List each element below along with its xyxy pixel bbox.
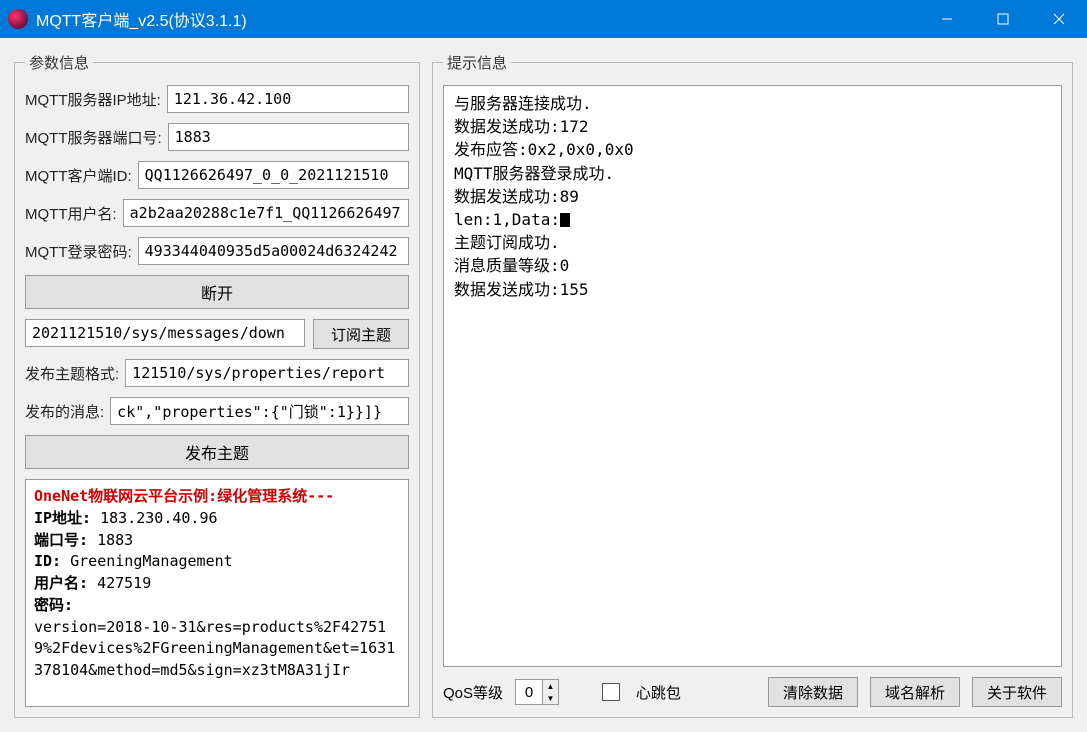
disconnect-button[interactable]: 断开 bbox=[25, 275, 409, 309]
subscribe-button[interactable]: 订阅主题 bbox=[313, 319, 409, 349]
ip-label: MQTT服务器IP地址: bbox=[25, 89, 161, 110]
about-button[interactable]: 关于软件 bbox=[972, 677, 1062, 707]
clientid-input[interactable] bbox=[138, 161, 409, 189]
example-port-label: 端口号: bbox=[34, 531, 88, 549]
qos-label: QoS等级 bbox=[443, 682, 503, 703]
example-id-label: ID: bbox=[34, 552, 61, 570]
pwd-label: MQTT登录密码: bbox=[25, 241, 132, 262]
data-block-icon bbox=[560, 213, 570, 227]
pub-topic-input[interactable] bbox=[125, 359, 409, 387]
clientid-label: MQTT客户端ID: bbox=[25, 165, 132, 186]
pub-msg-label: 发布的消息: bbox=[25, 401, 104, 422]
ip-input[interactable] bbox=[167, 85, 409, 113]
window-title: MQTT客户端_v2.5(协议3.1.1) bbox=[36, 7, 919, 31]
publish-button[interactable]: 发布主题 bbox=[25, 435, 409, 469]
close-button[interactable] bbox=[1031, 0, 1087, 38]
example-id: GreeningManagement bbox=[70, 552, 233, 570]
heartbeat-label: 心跳包 bbox=[636, 682, 681, 703]
user-label: MQTT用户名: bbox=[25, 203, 117, 224]
port-input[interactable] bbox=[168, 123, 409, 151]
dns-button[interactable]: 域名解析 bbox=[870, 677, 960, 707]
example-title: OneNet物联网云平台示例:绿化管理系统--- bbox=[34, 487, 334, 505]
example-ip-label: IP地址: bbox=[34, 509, 91, 527]
qos-down-icon[interactable]: ▼ bbox=[543, 692, 558, 704]
hint-group: 提示信息 与服务器连接成功. 数据发送成功:172 发布应答:0x2,0x0,0… bbox=[432, 52, 1073, 718]
user-input[interactable] bbox=[123, 199, 409, 227]
example-textarea[interactable]: OneNet物联网云平台示例:绿化管理系统--- IP地址: 183.230.4… bbox=[25, 479, 409, 707]
sub-topic-input[interactable] bbox=[25, 319, 305, 347]
heartbeat-checkbox[interactable] bbox=[602, 683, 620, 701]
log-output[interactable]: 与服务器连接成功. 数据发送成功:172 发布应答:0x2,0x0,0x0 MQ… bbox=[443, 85, 1062, 667]
example-pwd: version=2018-10-31&res=products%2F427519… bbox=[34, 618, 395, 680]
params-legend: 参数信息 bbox=[25, 52, 93, 73]
example-ip: 183.230.40.96 bbox=[100, 509, 217, 527]
example-user-label: 用户名: bbox=[34, 574, 88, 592]
example-port: 1883 bbox=[97, 531, 133, 549]
hint-legend: 提示信息 bbox=[443, 52, 511, 73]
example-user: 427519 bbox=[97, 574, 151, 592]
port-label: MQTT服务器端口号: bbox=[25, 127, 162, 148]
example-pwd-label: 密码: bbox=[34, 596, 73, 614]
qos-up-icon[interactable]: ▲ bbox=[543, 680, 558, 692]
qos-input[interactable] bbox=[516, 680, 542, 704]
titlebar: MQTT客户端_v2.5(协议3.1.1) bbox=[0, 0, 1087, 38]
pub-topic-label: 发布主题格式: bbox=[25, 363, 119, 384]
bottom-bar: QoS等级 ▲ ▼ 心跳包 清除数据 域名解析 关于软件 bbox=[443, 677, 1062, 707]
maximize-button[interactable] bbox=[975, 0, 1031, 38]
minimize-button[interactable] bbox=[919, 0, 975, 38]
pub-msg-input[interactable] bbox=[110, 397, 409, 425]
qos-spinner[interactable]: ▲ ▼ bbox=[515, 679, 559, 705]
app-icon bbox=[8, 9, 28, 29]
params-group: 参数信息 MQTT服务器IP地址: MQTT服务器端口号: MQTT客户端ID:… bbox=[14, 52, 420, 718]
pwd-input[interactable] bbox=[138, 237, 409, 265]
clear-button[interactable]: 清除数据 bbox=[768, 677, 858, 707]
